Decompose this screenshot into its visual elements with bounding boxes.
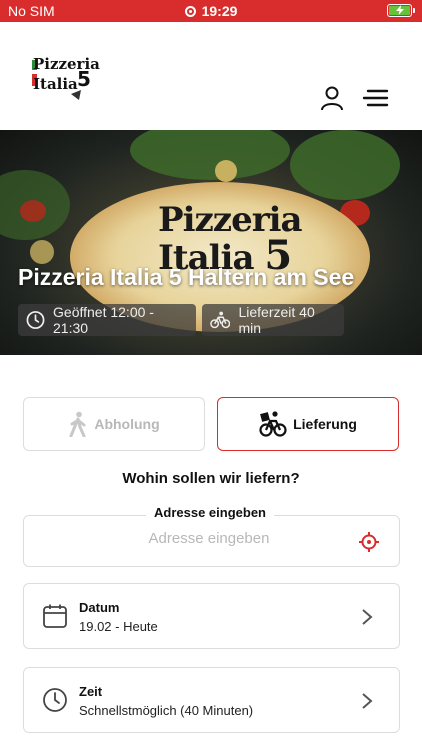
app-header: Pizzeria Italia 5 (0, 22, 422, 130)
user-icon[interactable] (318, 84, 346, 112)
recording-icon (184, 6, 196, 17)
delivery-label: Lieferung (293, 416, 357, 432)
delivery-button[interactable]: Lieferung (217, 397, 399, 451)
delivery-time-text: Lieferzeit 40 min (238, 304, 315, 336)
crosshair-icon[interactable] (359, 532, 379, 552)
walking-icon (69, 411, 86, 437)
opening-hours-text: Geöffnet 12:00 - 21:30 (53, 304, 154, 336)
pickup-button[interactable]: Abholung (23, 397, 205, 451)
date-selector[interactable]: Datum 19.02 - Heute (23, 583, 400, 649)
address-input[interactable] (84, 530, 334, 547)
time-selector[interactable]: Zeit Schnellstmöglich (40 Minuten) (23, 667, 400, 733)
chevron-right-icon (362, 693, 373, 709)
clock-icon (43, 688, 67, 712)
delivery-time-chip: Lieferzeit 40 min (202, 304, 344, 336)
logo-number: 5 (77, 67, 91, 91)
date-value: 19.02 - Heute (79, 619, 158, 634)
address-legend: Adresse eingeben (146, 505, 274, 520)
chevron-right-icon (362, 609, 373, 625)
pickup-label: Abholung (94, 416, 160, 432)
pizzeria-logo[interactable]: Pizzeria Italia 5 (30, 52, 100, 106)
address-field[interactable] (23, 515, 400, 567)
bicycle-icon (259, 411, 287, 437)
hero-banner: Pizzeria Italia 5 Pizzeria Italia 5 Halt… (0, 130, 422, 355)
status-time: 19:29 (201, 3, 238, 19)
status-time-wrap: 19:29 (0, 3, 422, 19)
clock-icon (26, 311, 45, 329)
restaurant-title: Pizzeria Italia 5 Haltern am See (18, 264, 355, 290)
calendar-icon (43, 604, 67, 628)
logo-line2: Italia (33, 75, 78, 93)
status-bar: No SIM 19:29 (0, 0, 422, 22)
time-label: Zeit (79, 684, 103, 699)
hamburger-menu-icon[interactable] (362, 86, 390, 110)
battery-icon (387, 4, 415, 17)
date-label: Datum (79, 600, 120, 615)
opening-hours-chip: Geöffnet 12:00 - 21:30 (18, 304, 196, 336)
delivery-question: Wohin sollen wir liefern? (122, 470, 300, 487)
time-value: Schnellstmöglich (40 Minuten) (79, 703, 254, 718)
bicycle-icon (210, 311, 231, 329)
